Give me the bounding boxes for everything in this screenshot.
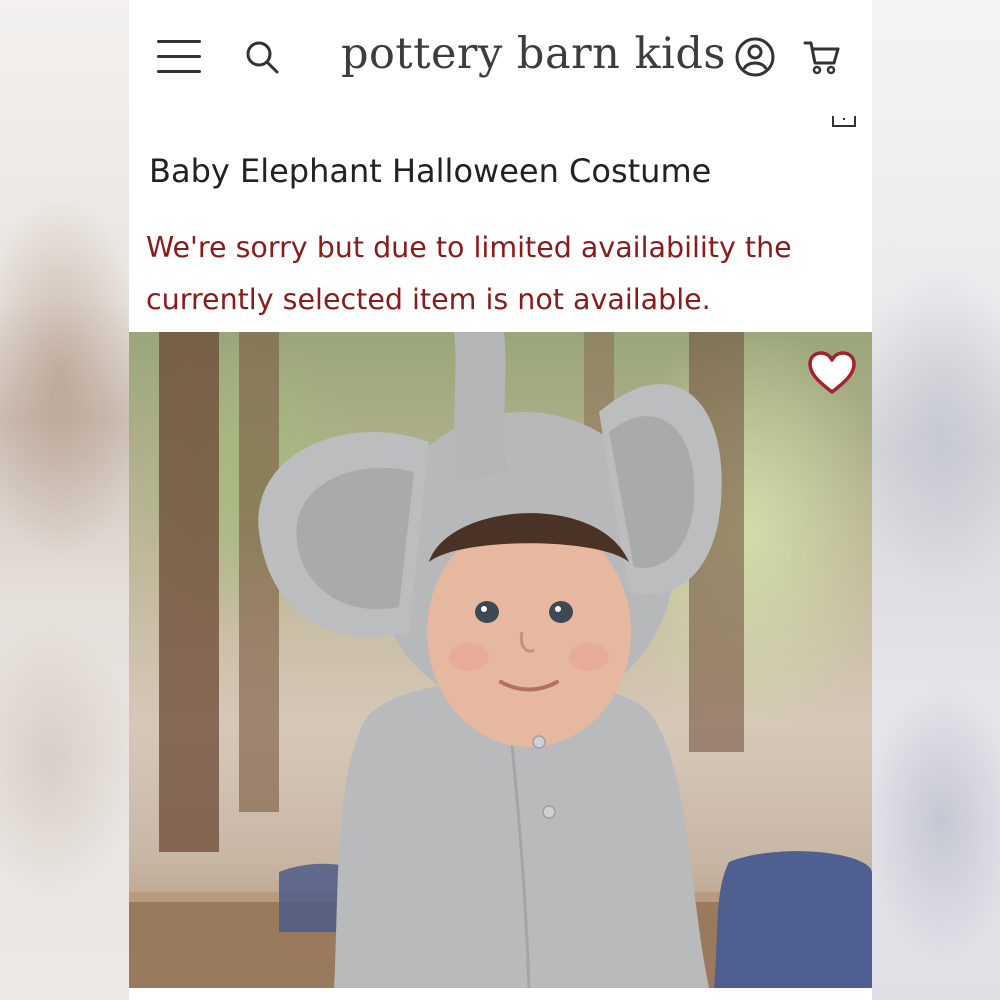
background-blur-right: [872, 0, 1000, 1000]
product-image[interactable]: [129, 332, 872, 988]
mobile-page: pottery barn kids Baby Elephant Hallowee…: [129, 0, 872, 1000]
share-icon[interactable]: [831, 116, 857, 128]
site-header: pottery barn kids: [129, 0, 872, 127]
favorite-heart-icon[interactable]: [807, 350, 857, 396]
cart-icon[interactable]: [802, 37, 842, 77]
search-icon[interactable]: [243, 38, 281, 76]
product-title: Baby Elephant Halloween Costume: [149, 152, 712, 190]
account-icon[interactable]: [734, 36, 776, 78]
brand-logo[interactable]: pottery barn kids: [341, 22, 725, 86]
costume-photo: [129, 332, 872, 988]
background-blur-left: [0, 0, 129, 1000]
availability-alert: We're sorry but due to limited availabil…: [146, 231, 792, 316]
hamburger-menu-icon[interactable]: [157, 38, 201, 74]
